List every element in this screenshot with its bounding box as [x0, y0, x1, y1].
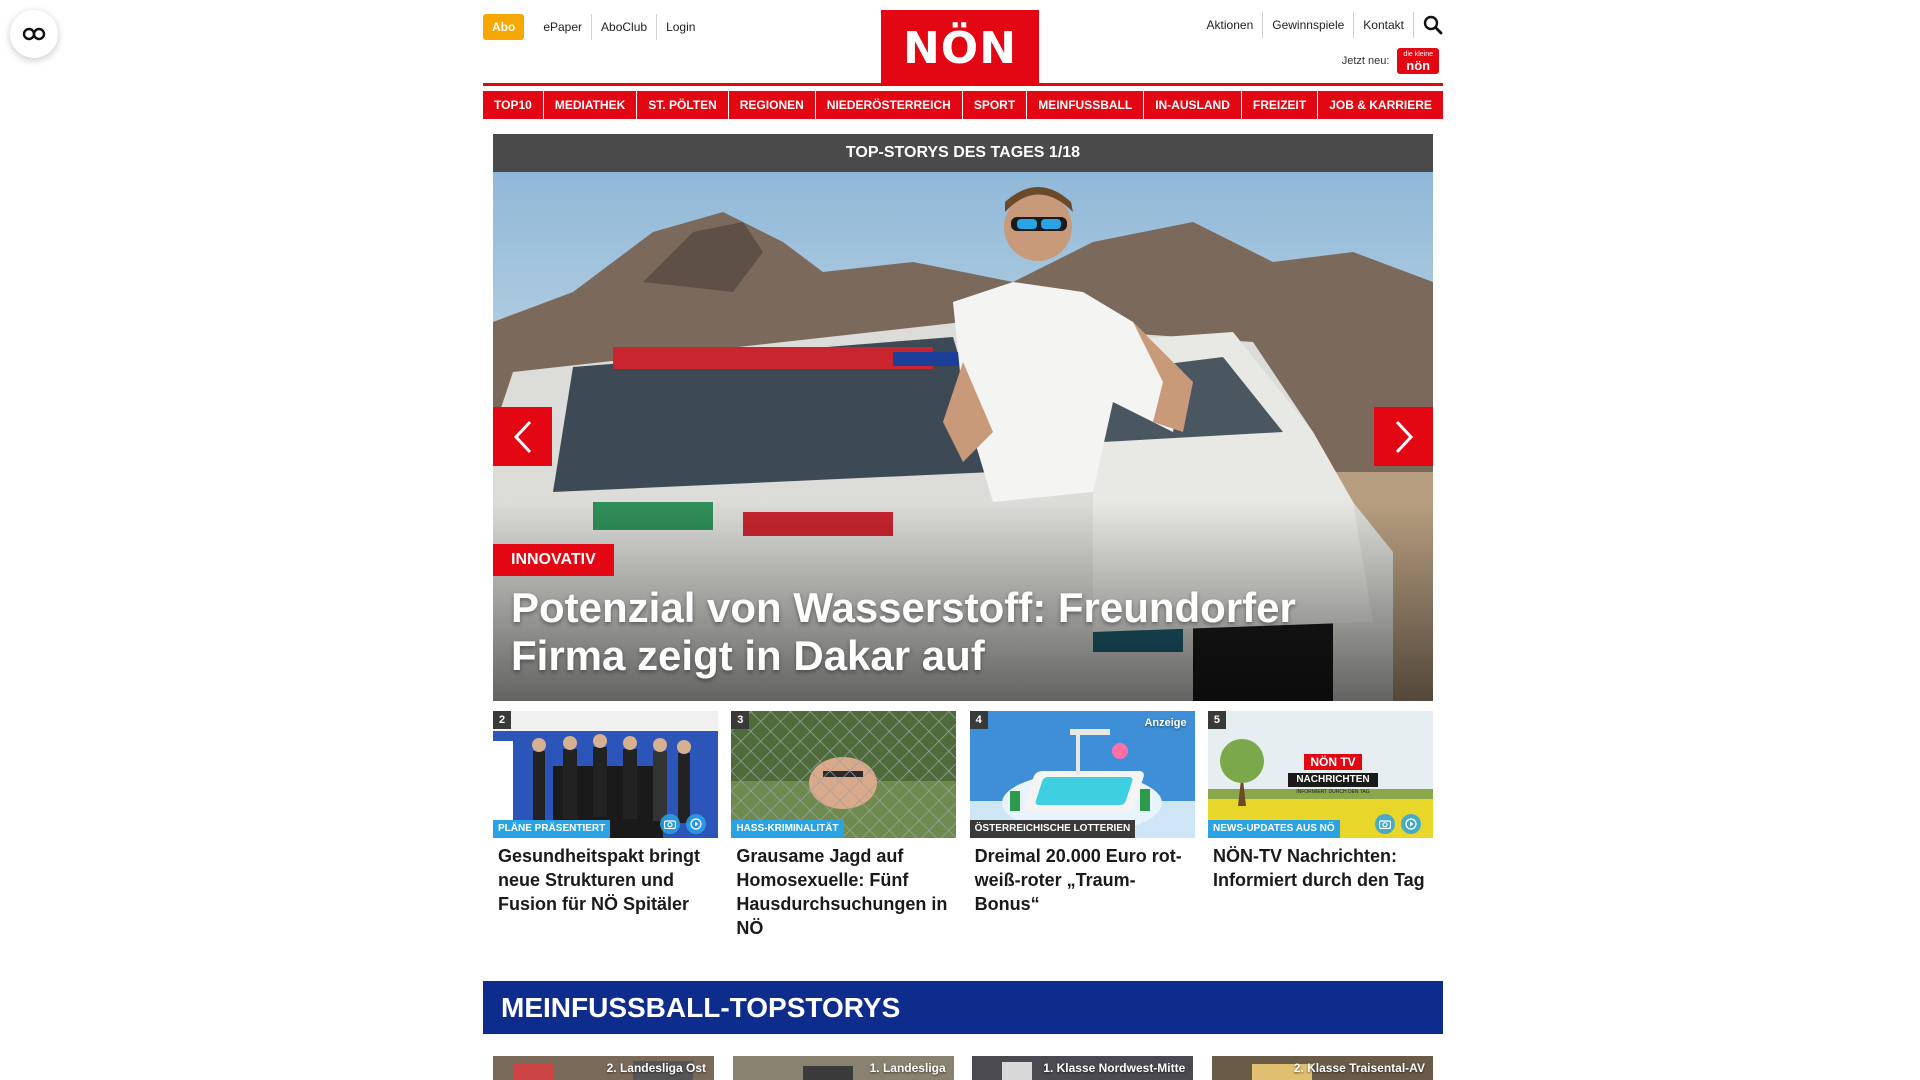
noen-tv-nachrichten: NACHRICHTEN — [1287, 773, 1378, 787]
nav-niederoesterreich[interactable]: NIEDERÖSTERREICH — [815, 91, 962, 119]
lottery-pool-image — [969, 711, 1195, 838]
nav-meinfussball[interactable]: MEINFUSSBALL — [1027, 91, 1144, 119]
story-category: ÖSTERREICHISCHE LOTTERIEN — [969, 820, 1136, 838]
accessibility-button[interactable] — [10, 10, 58, 58]
nav-job-karriere[interactable]: JOB & KARRIERE — [1318, 91, 1443, 119]
noen-tv-overlay: NÖN TV NACHRICHTEN INFORMIERT DURCH DEN … — [1287, 753, 1378, 796]
header: Abo ePaper AboClub Login NÖN Aktionen Ge… — [483, 0, 1443, 86]
noen-logo[interactable]: NÖN — [881, 10, 1039, 86]
story-card[interactable]: NÖN TV NACHRICHTEN INFORMIERT DURCH DEN … — [1207, 711, 1433, 940]
top-stories-cards: 2 PLÄNE PRÄSENTIERT Gesundheitspakt brin… — [493, 711, 1433, 940]
league-label: 1. Landesliga — [869, 1061, 946, 1075]
story-category: HASS-KRIMINALITÄT — [731, 820, 844, 838]
aboclub-link[interactable]: AboClub — [591, 14, 656, 40]
play-icon — [1400, 814, 1421, 834]
story-card-image[interactable]: 2 PLÄNE PRÄSENTIERT — [493, 711, 718, 838]
story-category: NEWS-UPDATES AUS NÖ — [1207, 820, 1340, 838]
story-number: 2 — [493, 711, 511, 729]
chevron-left-icon — [513, 420, 531, 453]
nav-regionen[interactable]: REGIONEN — [728, 91, 815, 119]
meinfussball-story[interactable]: 1. Landesliga — [732, 1056, 954, 1080]
hero-category-tag[interactable]: INNOVATIV — [493, 544, 614, 576]
play-icon — [686, 814, 706, 834]
kleine-noen-badge[interactable]: die kleine nön — [1397, 48, 1439, 74]
hero-slide[interactable]: INNOVATIV Potenzial von Wasserstoff: Fre… — [493, 172, 1433, 701]
story-card-image[interactable]: 4 Anzeige ÖSTERREICHISCHE LOTTERIEN — [969, 711, 1195, 838]
ad-label: Anzeige — [1144, 717, 1187, 729]
nav-mediathek[interactable]: MEDIATHEK — [543, 91, 637, 119]
story-card[interactable]: 4 Anzeige ÖSTERREICHISCHE LOTTERIEN Drei… — [969, 711, 1195, 940]
epaper-link[interactable]: ePaper — [534, 14, 591, 40]
top-nav-right: Aktionen Gewinnspiele Kontakt — [1198, 12, 1443, 38]
fence-hands-image — [731, 711, 957, 838]
gewinnspiele-link[interactable]: Gewinnspiele — [1262, 12, 1353, 38]
story-card-image[interactable]: 3 HASS-KRIMINALITÄT — [731, 711, 957, 838]
jetzt-neu-label: Jetzt neu: — [1341, 55, 1390, 67]
story-card-image[interactable]: NÖN TV NACHRICHTEN INFORMIERT DURCH DEN … — [1207, 711, 1433, 838]
top-stories-header: TOP-STORYS DES TAGES 1/18 — [493, 134, 1433, 172]
slider-next-button[interactable] — [1374, 407, 1433, 466]
league-label: 1. Klasse Nordwest-Mitte — [1043, 1061, 1186, 1075]
story-number: 3 — [731, 711, 750, 729]
search-icon[interactable] — [1413, 12, 1443, 38]
media-icons — [1374, 814, 1421, 834]
nav-sport[interactable]: SPORT — [962, 91, 1027, 119]
story-headline[interactable]: Gesundheitspakt bringt neue Strukturen u… — [493, 838, 718, 916]
nav-st-poelten[interactable]: ST. PÖLTEN — [637, 91, 728, 119]
camera-icon — [660, 814, 680, 834]
story-headline[interactable]: Dreimal 20.000 Euro rot-weiß-roter „Trau… — [970, 838, 1195, 916]
story-card[interactable]: 2 PLÄNE PRÄSENTIERT Gesundheitspakt brin… — [493, 711, 718, 940]
league-label: 2. Klasse Traisental-AV — [1293, 1061, 1425, 1075]
meinfussball-story[interactable]: 2. Klasse Traisental-AV — [1211, 1056, 1433, 1080]
main-nav: TOP10 MEDIATHEK ST. PÖLTEN REGIONEN NIED… — [483, 91, 1443, 119]
story-card[interactable]: 3 HASS-KRIMINALITÄT Grausame Jagd auf Ho… — [731, 711, 957, 940]
nav-freizeit[interactable]: FREIZEIT — [1241, 91, 1318, 119]
site: Abo ePaper AboClub Login NÖN Aktionen Ge… — [483, 0, 1443, 1080]
meinfussball-story[interactable]: 1. Klasse Nordwest-Mitte — [972, 1056, 1194, 1080]
login-link[interactable]: Login — [656, 14, 704, 40]
story-category: PLÄNE PRÄSENTIERT — [493, 820, 611, 838]
story-headline[interactable]: Grausame Jagd auf Homosexuelle: Fünf Hau… — [731, 838, 956, 940]
story-headline[interactable]: NÖN-TV Nachrichten: Informiert durch den… — [1208, 838, 1433, 892]
glasses-icon — [22, 27, 46, 41]
noen-tv-subline: INFORMIERT DURCH DEN TAG — [1296, 789, 1370, 795]
story-number: 4 — [969, 711, 988, 729]
league-label: 2. Landesliga Ost — [606, 1061, 706, 1075]
chevron-right-icon — [1395, 420, 1413, 453]
story-number: 5 — [1207, 711, 1226, 729]
nav-in-ausland[interactable]: IN-AUSLAND — [1144, 91, 1241, 119]
aktionen-link[interactable]: Aktionen — [1198, 12, 1263, 38]
slider-prev-button[interactable] — [493, 407, 552, 466]
meinfussball-stories: 2. Landesliga Ost 1. Landesliga 1. Klass… — [493, 1056, 1433, 1080]
top-nav-left: Abo ePaper AboClub Login — [483, 14, 704, 40]
hero-headline[interactable]: Potenzial von Wasserstoff: Freundorfer F… — [511, 584, 1411, 680]
media-icons — [660, 814, 706, 834]
meinfussball-story[interactable]: 2. Landesliga Ost — [493, 1056, 714, 1080]
camera-icon — [1374, 814, 1395, 834]
nav-top10[interactable]: TOP10 — [483, 91, 543, 119]
kleine-noen-text: nön — [1406, 58, 1431, 73]
meinfussball-header[interactable]: MEINFUSSBALL-TOPSTORYS — [483, 981, 1443, 1034]
jetzt-neu: Jetzt neu: die kleine nön — [1342, 48, 1439, 74]
noen-tv-brand: NÖN TV — [1304, 754, 1362, 770]
abo-button[interactable]: Abo — [483, 14, 525, 40]
kontakt-link[interactable]: Kontakt — [1353, 12, 1413, 38]
